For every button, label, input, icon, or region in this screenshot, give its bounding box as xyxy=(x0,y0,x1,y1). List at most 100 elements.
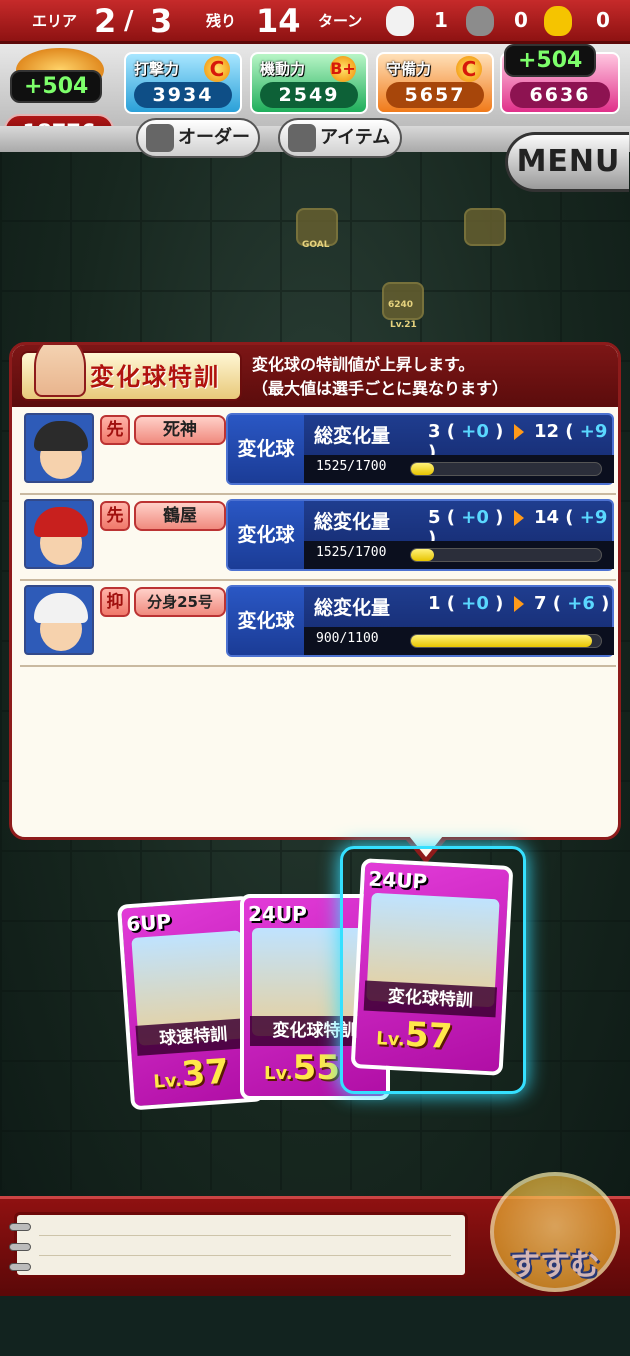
stat-batting[interactable]: 打撃力 C 3934 xyxy=(124,52,242,114)
stat-batting-name: 打撃力 xyxy=(134,60,180,78)
menu-button[interactable]: MENU xyxy=(505,132,629,192)
description-line-2: （最大値は選手ごとに異なります） xyxy=(252,379,509,398)
stat-batting-rank: C xyxy=(204,56,230,82)
proceed-button[interactable]: すすむ xyxy=(490,1172,620,1292)
remaining-turns: 14 xyxy=(256,2,301,40)
player-avatar xyxy=(24,499,94,569)
card-up: 24UP xyxy=(367,866,428,894)
player-row: 抑 分身25号 変化球 総変化量 1 ( +0 ) 7 ( +6 ) 900/1… xyxy=(20,581,616,667)
progress-bar xyxy=(410,548,602,562)
silver-bag-icon xyxy=(466,6,494,36)
progress-fill xyxy=(411,635,592,647)
order-label: オーダー xyxy=(178,127,250,148)
map-lock-value: 6240 xyxy=(388,300,414,310)
card-name: 変化球特訓 xyxy=(363,980,498,1018)
card-up: 24UP xyxy=(248,902,307,926)
arrow-right-icon xyxy=(513,596,524,612)
player-name: 鶴屋 xyxy=(134,501,226,531)
card-up: 6UP xyxy=(125,909,172,937)
progress-bar xyxy=(410,634,602,648)
stat-defense-value: 5657 xyxy=(386,82,484,108)
player-avatar xyxy=(24,413,94,483)
item-label: アイテム xyxy=(320,127,391,148)
top-status-bar: エリア 2 / 3 残り 14 ターン 1 0 0 xyxy=(0,0,630,44)
skill-name: 総変化量 xyxy=(314,511,391,533)
map-goal-label: GOAL xyxy=(302,240,330,250)
progress-area: 1525/1700 xyxy=(304,541,614,569)
area-separator: / xyxy=(124,6,134,36)
order-button[interactable]: オーダー xyxy=(136,118,260,158)
player-avatar xyxy=(24,585,94,655)
skill-change: 1 ( +0 ) 7 ( +6 ) xyxy=(428,593,610,614)
stat-pitching-value: 6636 xyxy=(510,82,610,108)
binder-ring xyxy=(9,1243,31,1251)
skill-box: 変化球 総変化量 5 ( +0 ) 14 ( +9 ) 1525/1700 xyxy=(226,499,614,571)
item-button[interactable]: アイテム xyxy=(278,118,402,158)
arrow-right-icon xyxy=(513,510,524,526)
bat-icon xyxy=(146,124,174,152)
silver-bag-count: 0 xyxy=(514,8,528,32)
progress-area: 900/1100 xyxy=(304,627,614,655)
position-badge: 先 xyxy=(100,415,130,445)
position-badge: 抑 xyxy=(100,587,130,617)
skill-category: 変化球 xyxy=(228,415,304,483)
stat-mobility-rank: B+ xyxy=(330,56,356,82)
total-gain-badge: +504 xyxy=(10,70,103,103)
gold-bag-count: 0 xyxy=(596,8,610,32)
gold-bag-icon xyxy=(544,6,572,36)
log-line xyxy=(39,1235,451,1236)
stat-defense-rank: C xyxy=(456,56,482,82)
message-log xyxy=(9,1212,468,1278)
progress-text: 900/1100 xyxy=(316,631,379,646)
area-label: エリア xyxy=(32,12,78,30)
area-current: 2 xyxy=(94,2,117,40)
panel-description: 変化球の特訓値が上昇します。 （最大値は選手ごとに異なります） xyxy=(252,353,508,401)
binder-ring xyxy=(9,1223,31,1231)
training-panel: 変化球特訓 変化球の特訓値が上昇します。 （最大値は選手ごとに異なります） 先 … xyxy=(9,342,621,840)
progress-text: 1525/1700 xyxy=(316,545,387,560)
bag-icon xyxy=(288,124,316,152)
remaining-label: 残り xyxy=(206,12,237,30)
stat-defense-name: 守備力 xyxy=(386,60,432,78)
card-level: Lv.57 xyxy=(375,1014,454,1058)
progress-fill xyxy=(411,549,434,561)
player-name: 分身25号 xyxy=(134,587,226,617)
area-total: 3 xyxy=(150,2,173,40)
position-badge: 先 xyxy=(100,501,130,531)
stat-mobility-name: 機動力 xyxy=(260,60,306,78)
card-level: Lv.37 xyxy=(152,1051,231,1095)
stat-batting-value: 3934 xyxy=(134,82,232,108)
turns-label: ターン xyxy=(318,12,363,30)
progress-area: 1525/1700 xyxy=(304,455,614,483)
log-line xyxy=(39,1255,451,1256)
map-lock-level: Lv.21 xyxy=(390,320,417,330)
panel-header: 変化球特訓 変化球の特訓値が上昇します。 （最大値は選手ごとに異なります） xyxy=(12,345,618,407)
map-node[interactable] xyxy=(464,208,506,246)
stat-mobility-value: 2549 xyxy=(260,82,358,108)
coach-avatar xyxy=(34,345,86,397)
panel-title: 変化球特訓 xyxy=(90,363,220,391)
card-name: 球速特訓 xyxy=(135,1017,252,1056)
white-bag-icon xyxy=(386,6,414,36)
player-row: 先 死神 変化球 総変化量 3 ( +0 ) 12 ( +9 ) 1525/17… xyxy=(20,409,616,495)
skill-category: 変化球 xyxy=(228,501,304,569)
arrow-right-icon xyxy=(513,424,524,440)
skill-box: 変化球 総変化量 3 ( +0 ) 12 ( +9 ) 1525/1700 xyxy=(226,413,614,485)
stat-defense[interactable]: 守備力 C 5657 xyxy=(376,52,494,114)
pitching-gain-badge: +504 xyxy=(504,44,597,77)
card-level: Lv.55 xyxy=(264,1048,340,1088)
progress-text: 1525/1700 xyxy=(316,459,387,474)
white-bag-count: 1 xyxy=(434,8,448,32)
progress-bar xyxy=(410,462,602,476)
skill-category: 変化球 xyxy=(228,587,304,655)
player-name: 死神 xyxy=(134,415,226,445)
progress-fill xyxy=(411,463,434,475)
training-card-selected[interactable]: 24UP 変化球特訓 Lv.57 xyxy=(350,858,514,1076)
description-line-1: 変化球の特訓値が上昇します。 xyxy=(252,355,475,374)
binder-ring xyxy=(9,1263,31,1271)
skill-name: 総変化量 xyxy=(314,597,391,619)
skill-box: 変化球 総変化量 1 ( +0 ) 7 ( +6 ) 900/1100 xyxy=(226,585,614,657)
stat-mobility[interactable]: 機動力 B+ 2549 xyxy=(250,52,368,114)
player-list: 先 死神 変化球 総変化量 3 ( +0 ) 12 ( +9 ) 1525/17… xyxy=(20,409,616,667)
player-row: 先 鶴屋 変化球 総変化量 5 ( +0 ) 14 ( +9 ) 1525/17… xyxy=(20,495,616,581)
